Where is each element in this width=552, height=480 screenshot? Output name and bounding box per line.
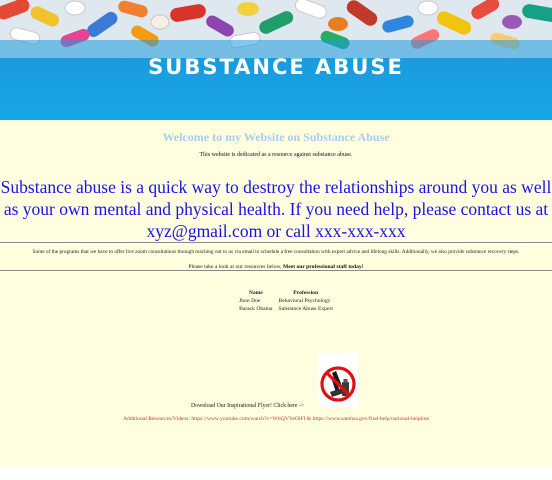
table-header-row: Name Profession: [236, 289, 336, 297]
resources-bold: Meet our professional staff today!: [282, 263, 364, 270]
no-drugs-icon[interactable]: [318, 353, 358, 407]
staff-profession: Substance Abuse Expert: [278, 305, 333, 312]
hero-banner: SUBSTANCE ABUSE: [0, 0, 552, 120]
header-name: Name: [248, 289, 263, 296]
additional-resources[interactable]: Additional Resources/Videos: https://www…: [0, 416, 552, 422]
resources-prefix: Please take a look at our resources belo…: [188, 263, 283, 270]
dedication-text: This website is dedicated as a resource …: [199, 152, 353, 158]
staff-name: Barack Obama: [239, 305, 273, 312]
table-row: Jhon Doe Behavioral Psychology: [236, 297, 336, 305]
flyer-link[interactable]: Download Our Inspirational Flyer! Click …: [191, 403, 304, 409]
page: SUBSTANCE ABUSE Welcome to my Website on…: [0, 0, 552, 467]
staff-profession: Behavioral Psychology: [278, 297, 331, 304]
pills-image: [0, 0, 552, 58]
header-profession: Profession: [293, 289, 319, 296]
staff-name: Jhon Doe: [239, 297, 261, 304]
intro-text: Substance abuse is a quick way to destro…: [0, 177, 552, 241]
banner-title: SUBSTANCE ABUSE: [148, 55, 404, 79]
flyer-download: Download Our Inspirational Flyer! Click …: [191, 403, 304, 409]
page-title: Welcome to my Website on Substance Abuse: [162, 130, 390, 144]
table-row: Barack Obama Substance Abuse Expert: [236, 305, 336, 313]
divider: [0, 269, 552, 271]
programs-text: Some of the programs that we have to off…: [32, 249, 520, 255]
staff-table: Name Profession Jhon Doe Behavioral Psyc…: [236, 289, 336, 313]
